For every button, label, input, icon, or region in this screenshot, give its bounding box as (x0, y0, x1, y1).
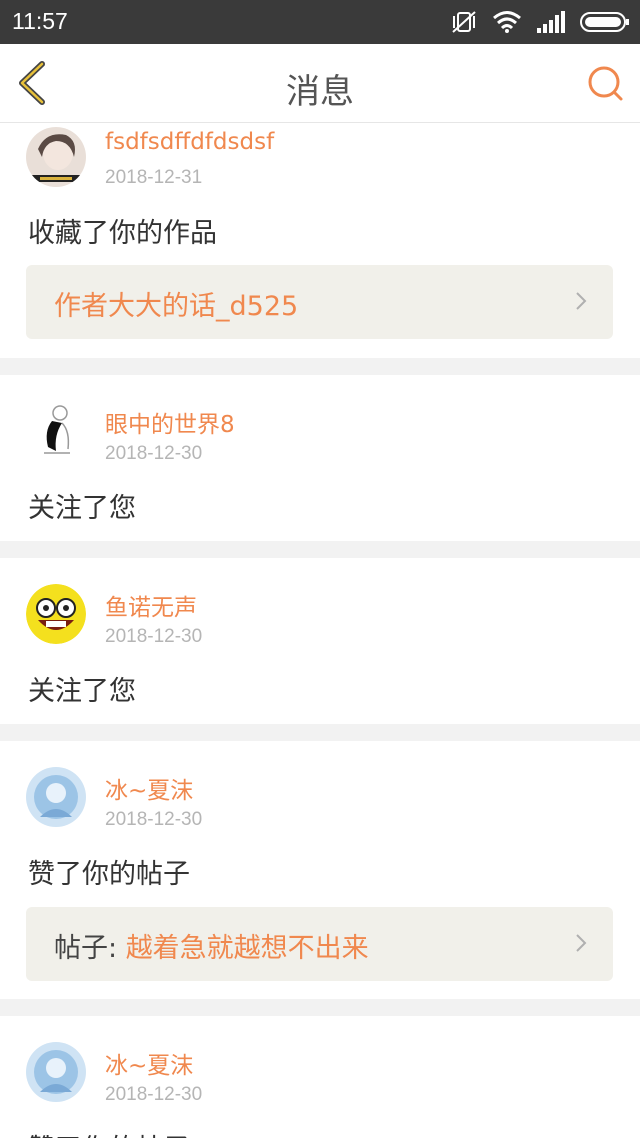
post-link-label: 帖子: 越着急就越想不出来 (54, 933, 369, 964)
user-name[interactable]: 冰~夏沫 (105, 1046, 193, 1080)
header-bar: 消息 (0, 44, 640, 123)
message-action: 赞了你的帖子 (28, 859, 190, 890)
chevron-right-icon (576, 934, 587, 952)
message-action: 收藏了你的作品 (28, 218, 217, 249)
message-date: 2018-12-31 (105, 167, 203, 188)
message-action: 关注了您 (28, 493, 136, 524)
message-item[interactable]: 鱼诺无声 2018-12-30 关注了您 (0, 558, 640, 724)
search-button[interactable] (586, 64, 626, 104)
status-time: 11:57 (12, 8, 68, 34)
message-date: 2018-12-30 (105, 809, 203, 830)
avatar[interactable] (26, 1042, 86, 1102)
message-date: 2018-12-30 (105, 443, 203, 464)
smiley-face-icon (26, 584, 86, 644)
user-photo-icon (26, 127, 86, 187)
message-date: 2018-12-30 (105, 626, 203, 647)
sketch-figure-icon (26, 401, 86, 461)
blue-art-avatar-icon (26, 1042, 86, 1102)
user-name[interactable]: 鱼诺无声 (105, 588, 197, 622)
avatar[interactable] (26, 767, 86, 827)
user-name[interactable]: fsdfsdffdfdsdsf (105, 129, 274, 155)
user-name[interactable]: 冰~夏沫 (105, 771, 193, 805)
work-link-label: 作者大大的话_d525 (54, 291, 299, 322)
user-name[interactable]: 眼中的世界8 (105, 405, 235, 439)
message-item[interactable]: 冰~夏沫 2018-12-30 赞了你的帖子 帖子: 越着急就越想不出来 (0, 741, 640, 999)
message-date: 2018-12-30 (105, 1084, 203, 1105)
wifi-icon (493, 11, 521, 33)
mute-vibrate-icon (452, 11, 476, 33)
avatar[interactable] (26, 584, 86, 644)
work-link[interactable]: 作者大大的话_d525 (26, 265, 613, 339)
post-link[interactable]: 帖子: 越着急就越想不出来 (26, 907, 613, 981)
search-icon (588, 66, 623, 101)
blue-art-avatar-icon (26, 767, 86, 827)
status-bar: 11:57 (0, 0, 640, 44)
battery-icon (580, 12, 629, 32)
status-icons (450, 10, 630, 34)
signal-icon (537, 11, 565, 33)
message-item[interactable]: 眼中的世界8 2018-12-30 关注了您 (0, 375, 640, 541)
chevron-right-icon (576, 292, 587, 310)
message-item[interactable]: 冰~夏沫 2018-12-30 赞了你的帖子 (0, 1016, 640, 1138)
avatar[interactable] (26, 127, 86, 187)
avatar[interactable] (26, 401, 86, 461)
message-item[interactable]: fsdfsdffdfdsdsf 2018-12-31 收藏了你的作品 作者大大的… (0, 123, 640, 358)
message-action: 赞了你的帖子 (28, 1127, 190, 1138)
message-action: 关注了您 (28, 676, 136, 707)
page-title: 消息 (286, 72, 354, 112)
message-list[interactable]: fsdfsdffdfdsdsf 2018-12-31 收藏了你的作品 作者大大的… (0, 123, 640, 1138)
